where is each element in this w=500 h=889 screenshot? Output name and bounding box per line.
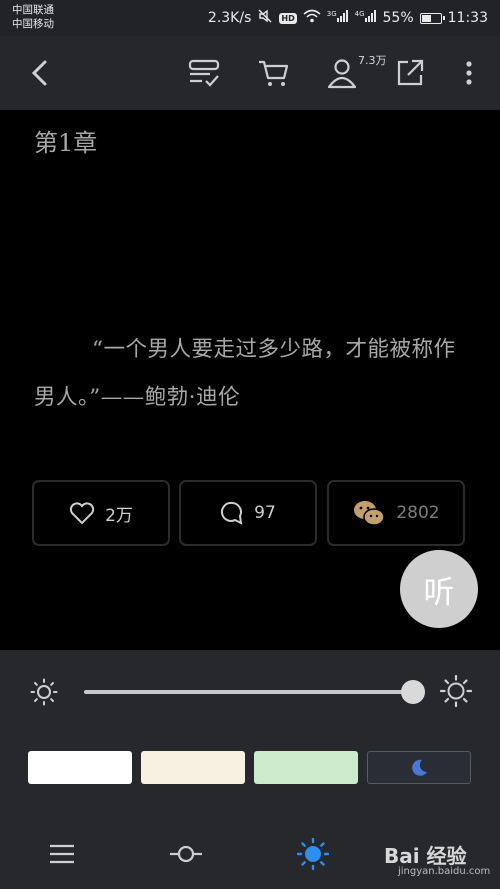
back-button[interactable] — [22, 55, 58, 91]
clock: 11:33 — [447, 10, 488, 26]
user-icon — [327, 59, 357, 89]
share-button[interactable] — [392, 55, 428, 91]
listen-button[interactable]: 听 — [400, 550, 478, 628]
battery-percent: 55% — [382, 10, 414, 26]
heart-icon — [69, 502, 95, 525]
chevron-left-icon — [31, 60, 47, 86]
network-speed: 2.3K/s — [207, 10, 252, 26]
like-button[interactable]: 2万 — [32, 480, 170, 546]
theme-green[interactable] — [254, 751, 358, 784]
baidu-jingyan-watermark-url: jingyan.baidu.com — [398, 866, 491, 877]
carrier-1: 中国联通 — [12, 4, 54, 16]
theme-night[interactable] — [367, 751, 471, 784]
battery-fill — [421, 14, 431, 22]
share-count: 2802 — [396, 503, 440, 523]
mute-icon — [257, 8, 273, 28]
moon-icon — [412, 759, 427, 776]
theme-beige[interactable] — [141, 751, 245, 784]
battery-icon — [419, 12, 445, 24]
status-bar: 中国联通 中国移动 2.3K/s HD 3G 4G 55% 11:33 — [0, 0, 500, 36]
cart-icon — [259, 60, 289, 86]
cart-button[interactable] — [256, 55, 292, 91]
comment-button[interactable]: 97 — [179, 480, 317, 546]
comment-count: 97 — [254, 503, 276, 523]
menu-icon — [50, 844, 74, 864]
status-icons: 2.3K/s HD 3G 4G 55% 11:33 — [208, 8, 488, 28]
carrier-names: 中国联通 中国移动 — [12, 3, 54, 31]
brightness-high-icon — [440, 675, 472, 707]
comment-icon — [221, 501, 243, 525]
more-vertical-icon — [466, 61, 472, 85]
progress-button[interactable] — [168, 836, 204, 872]
signal-4g-icon: 4G — [355, 10, 377, 26]
hd-badge: HD — [279, 12, 297, 24]
brightness-button[interactable] — [295, 836, 331, 872]
user-count-badge: 7.3万 — [358, 54, 387, 67]
net-4g-label: 4G — [354, 10, 365, 18]
bookshelf-check-icon — [188, 59, 220, 87]
sun-icon — [297, 838, 329, 870]
net-3g-label: 3G — [326, 10, 337, 18]
wechat-icon — [354, 501, 386, 526]
more-button[interactable] — [451, 55, 487, 91]
chapter-quote: “一个男人要走过多少路，才能被称作男人。”——鲍勃·迪伦 — [34, 337, 456, 410]
brightness-slider-thumb[interactable] — [401, 680, 425, 704]
user-button[interactable] — [324, 55, 360, 91]
theme-white[interactable] — [28, 751, 132, 784]
like-count: 2万 — [105, 505, 133, 526]
reader-toolbar: 7.3万 — [0, 36, 500, 110]
signal-3g-icon: 3G — [327, 10, 349, 26]
chapter-title: 第1章 — [34, 129, 98, 157]
progress-icon — [170, 845, 202, 863]
brightness-low-icon — [29, 677, 59, 707]
brightness-slider-track[interactable] — [84, 690, 414, 694]
bookshelf-check-button[interactable] — [186, 55, 222, 91]
wechat-share-button[interactable]: 2802 — [327, 480, 465, 546]
wifi-icon — [303, 9, 321, 27]
baidu-jingyan-watermark-logo: Bai 经验 — [384, 844, 467, 868]
share-icon — [397, 59, 424, 86]
catalog-button[interactable] — [44, 836, 80, 872]
carrier-2: 中国移动 — [12, 18, 54, 30]
